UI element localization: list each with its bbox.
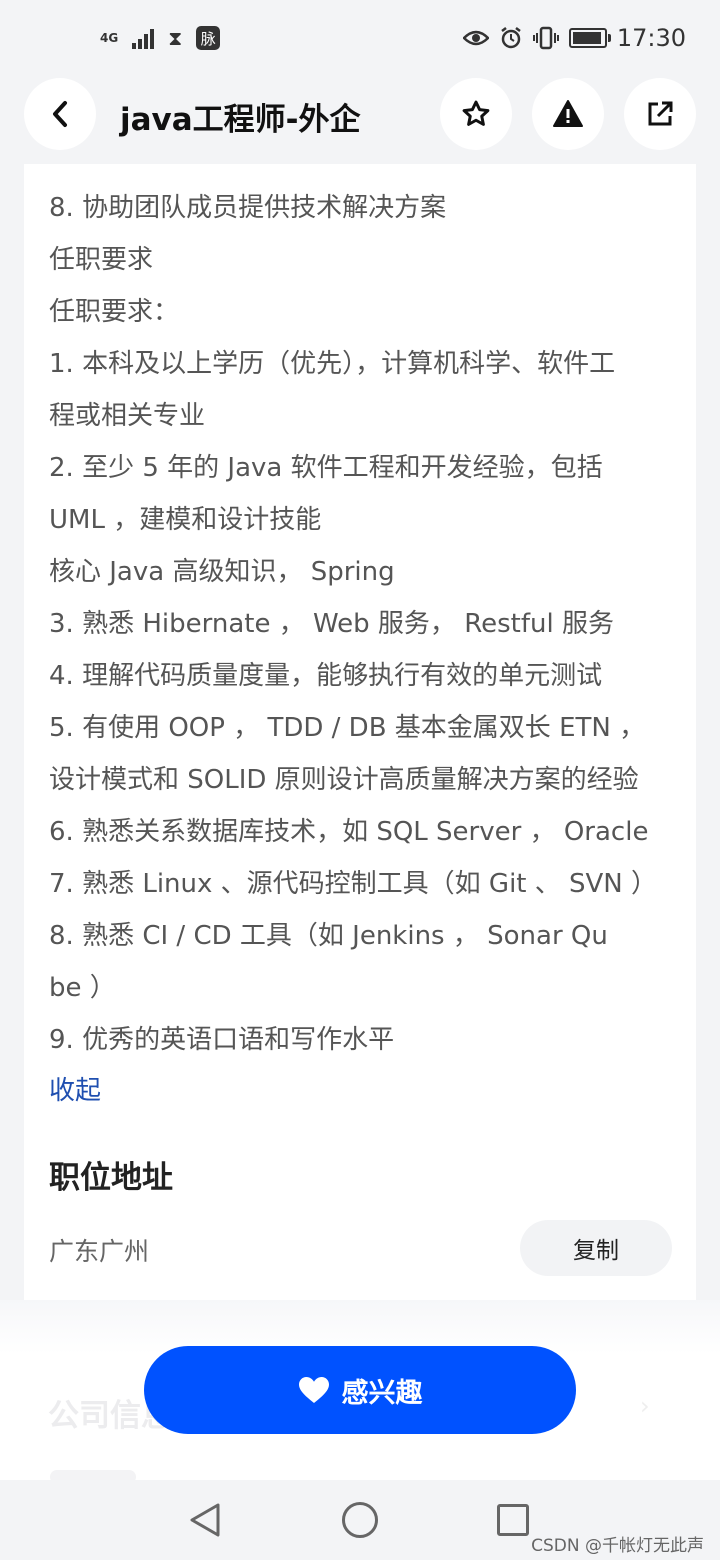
description-line: 7. 熟悉 Linux 、源代码控制工具（如 Git 、 SVN ）	[49, 869, 658, 899]
description-line: 设计模式和 SOLID 原则设计高质量解决方案的经验	[49, 765, 639, 795]
description-line: 9. 优秀的英语口语和写作水平	[49, 1025, 395, 1055]
status-left: 4G ⧗ 脉	[100, 26, 221, 50]
description-line: 6. 熟悉关系数据库技术，如 SQL Server ， Oracle	[49, 817, 649, 847]
chevron-left-icon	[53, 101, 67, 127]
app-badge-icon: 脉	[196, 26, 221, 50]
nav-back-icon[interactable]	[188, 1502, 222, 1538]
description-line: 核心 Java 高级知识， Spring	[49, 557, 395, 587]
description-line: be ）	[49, 973, 116, 1003]
description-line: 2. 至少 5 年的 Java 软件工程和开发经验，包括	[49, 453, 603, 483]
job-detail-card: 8. 协助团队成员提供技术解决方案 任职要求 任职要求： 1. 本科及以上学历（…	[24, 164, 696, 1340]
description-line: 8. 熟悉 CI / CD 工具（如 Jenkins ， Sonar Qu	[49, 921, 608, 951]
external-link-icon	[648, 101, 673, 126]
chevron-right-icon: ›	[640, 1392, 650, 1420]
alarm-icon	[501, 27, 521, 49]
description-line: UML ，建模和设计技能	[49, 505, 322, 535]
vibrate-icon	[532, 26, 559, 50]
network-type: 4G	[100, 30, 119, 45]
clock-time: 17:30	[616, 24, 686, 52]
copy-address-button[interactable]: 复制	[520, 1220, 672, 1276]
report-button[interactable]	[532, 78, 604, 150]
description-line: 3. 熟悉 Hibernate ， Web 服务， Restful 服务	[49, 609, 614, 639]
description-line: 5. 有使用 OOP ， TDD / DB 基本金属双长 ETN ，	[49, 713, 646, 743]
page-title: java工程师-外企	[120, 102, 361, 138]
description-line: 程或相关专业	[49, 401, 206, 431]
eye-icon	[462, 30, 489, 46]
back-button[interactable]	[24, 78, 96, 150]
favorite-button[interactable]	[440, 78, 512, 150]
description-line: 8. 协助团队成员提供技术解决方案	[49, 193, 447, 223]
job-description: 8. 协助团队成员提供技术解决方案 任职要求 任职要求： 1. 本科及以上学历（…	[49, 182, 679, 1066]
hourglass-icon: ⧗	[168, 26, 183, 50]
top-bar: java工程师-外企	[0, 78, 720, 164]
description-line: 1. 本科及以上学历（优先），计算机科学、软件工	[49, 349, 616, 379]
description-line: 4. 理解代码质量度量，能够执行有效的单元测试	[49, 661, 603, 691]
heart-icon	[298, 1377, 329, 1403]
warning-icon	[553, 100, 583, 127]
interested-button[interactable]: 感兴趣	[144, 1346, 576, 1434]
collapse-link[interactable]: 收起	[49, 1070, 101, 1107]
description-line: 任职要求：	[49, 297, 180, 327]
status-right: 17:30	[462, 24, 686, 52]
share-button[interactable]	[624, 78, 696, 150]
description-line: 任职要求	[49, 245, 154, 275]
nav-home-icon[interactable]	[342, 1502, 378, 1538]
job-address: 广东广州	[49, 1237, 150, 1266]
star-icon	[462, 100, 490, 126]
nav-recents-icon[interactable]	[497, 1504, 529, 1536]
interested-label: 感兴趣	[341, 1377, 423, 1409]
status-bar: 4G ⧗ 脉 17:30	[0, 0, 720, 80]
battery-icon	[568, 28, 611, 48]
signal-icon	[132, 27, 155, 49]
location-section-title: 职位地址	[49, 1160, 173, 1196]
watermark: CSDN @千帐灯无此声	[531, 1536, 704, 1556]
